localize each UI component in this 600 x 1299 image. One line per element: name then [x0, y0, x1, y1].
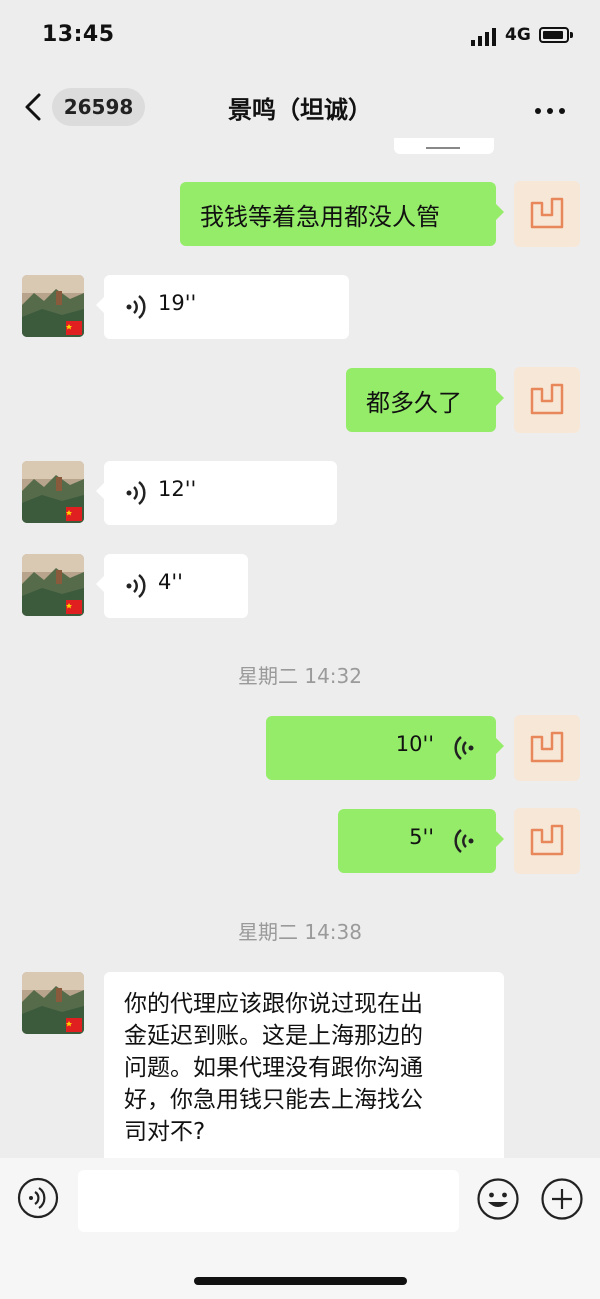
my-avatar[interactable] — [514, 808, 580, 874]
voice-duration: 10'' — [395, 732, 434, 756]
chat-timestamp: 星期二 14:32 — [238, 664, 362, 688]
message-text: 我钱等着急用都没人管 — [200, 203, 440, 231]
voice-message-incoming[interactable]: 12'' — [96, 461, 337, 525]
landscape-avatar-icon — [22, 972, 84, 1034]
voice-message-incoming[interactable]: 19'' — [96, 275, 349, 339]
status-time: 13:45 — [42, 22, 115, 47]
voice-duration: 19'' — [158, 291, 197, 315]
contact-avatar[interactable] — [22, 461, 84, 523]
avatar-glyph-icon — [530, 731, 564, 763]
home-indicator[interactable] — [194, 1277, 407, 1285]
more-dots-icon[interactable] — [535, 99, 571, 114]
message-line: 金延迟到账。这是上海那边的 — [124, 1023, 423, 1049]
landscape-avatar-icon — [22, 554, 84, 616]
message-text: 都多久了 — [366, 389, 462, 417]
landscape-avatar-icon — [22, 275, 84, 337]
my-avatar[interactable] — [514, 181, 580, 247]
contact-avatar[interactable] — [22, 275, 84, 337]
unread-count-badge[interactable]: 26598 — [52, 88, 145, 126]
network-type: 4G — [505, 25, 531, 45]
message-line: 你的代理应该跟你说过现在出 — [124, 991, 423, 1017]
voice-wave-icon — [454, 829, 474, 853]
smiley-icon[interactable] — [476, 1177, 520, 1221]
message-bubble-outgoing[interactable]: 都多久了 — [346, 368, 504, 432]
avatar-glyph-icon — [530, 824, 564, 856]
my-avatar[interactable] — [514, 367, 580, 433]
avatar-glyph-icon — [530, 383, 564, 415]
message-input[interactable] — [78, 1170, 459, 1232]
chat-header: 26598 景鸣（坦诚） — [0, 72, 600, 142]
voice-duration: 4'' — [158, 570, 183, 594]
message-bubble-outgoing[interactable]: 我钱等着急用都没人管 — [180, 182, 504, 246]
landscape-avatar-icon — [22, 461, 84, 523]
signal-icon — [471, 28, 496, 46]
voice-wave-icon — [454, 736, 474, 760]
plus-icon[interactable] — [540, 1177, 584, 1221]
voice-message-outgoing[interactable]: 10'' — [266, 716, 504, 780]
my-avatar[interactable] — [514, 715, 580, 781]
voice-wave-icon — [126, 481, 146, 505]
message-bubble-incoming[interactable]: 你的代理应该跟你说过现在出 金延迟到账。这是上海那边的 问题。如果代理没有跟你沟… — [104, 972, 504, 1158]
status-bar: 13:45 4G — [0, 0, 600, 72]
battery-icon — [539, 27, 573, 43]
message-line: 司对不? — [124, 1119, 206, 1145]
voice-message-incoming[interactable]: 4'' — [96, 554, 248, 618]
message-line: 好，你急用钱只能去上海找公 — [124, 1087, 423, 1113]
voice-wave-icon — [126, 295, 146, 319]
avatar-glyph-icon — [530, 197, 564, 229]
voice-duration: 5'' — [409, 825, 434, 849]
voice-mode-icon[interactable] — [17, 1177, 59, 1219]
message-line: 问题。如果代理没有跟你沟通 — [124, 1055, 423, 1081]
contact-avatar[interactable] — [22, 972, 84, 1034]
contact-avatar[interactable] — [22, 554, 84, 616]
voice-wave-icon — [126, 574, 146, 598]
voice-message-outgoing[interactable]: 5'' — [338, 809, 504, 873]
voice-duration: 12'' — [158, 477, 197, 501]
chat-timestamp: 星期二 14:38 — [238, 920, 362, 944]
chat-title: 景鸣（坦诚） — [228, 96, 372, 124]
chevron-left-icon[interactable] — [22, 92, 48, 122]
previous-message-edge — [394, 138, 494, 154]
